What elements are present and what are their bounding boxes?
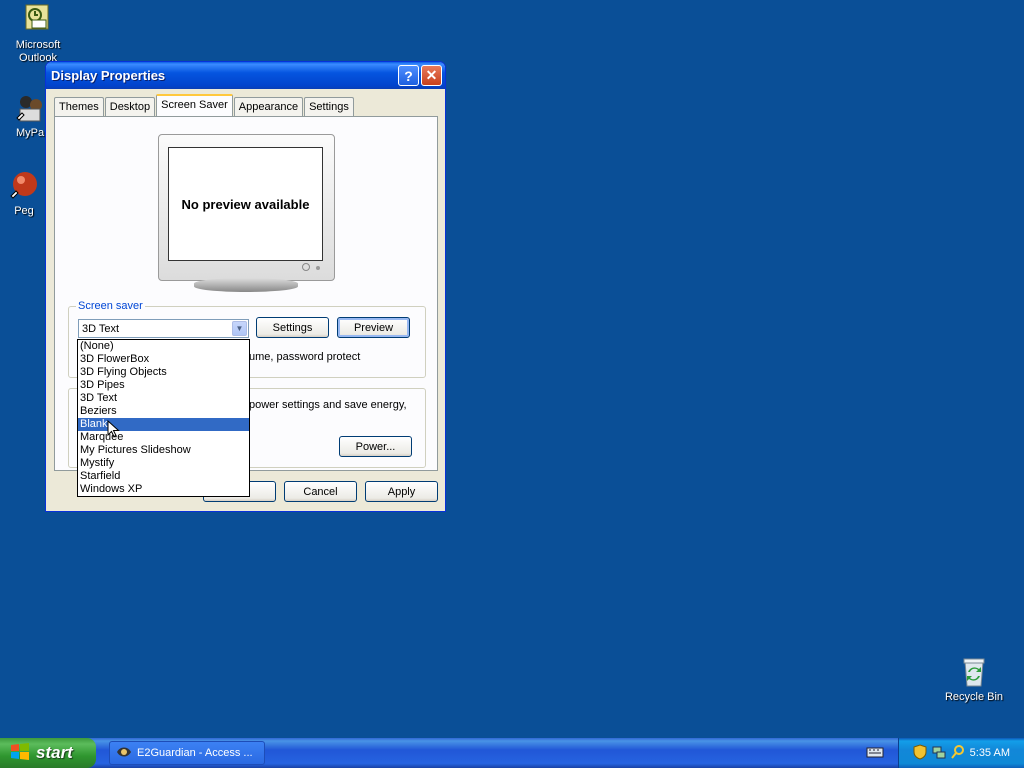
tab-themes[interactable]: Themes bbox=[54, 97, 104, 116]
apply-button[interactable]: Apply bbox=[365, 481, 438, 502]
list-item[interactable]: My Pictures Slideshow bbox=[78, 444, 249, 457]
desktop-icon-pegasus[interactable]: Peg bbox=[0, 170, 48, 218]
list-item[interactable]: Mystify bbox=[78, 457, 249, 470]
tab-appearance[interactable]: Appearance bbox=[233, 97, 304, 116]
desktop-icon-label: Recycle Bin bbox=[944, 691, 1004, 703]
security-shield-icon[interactable] bbox=[913, 743, 927, 763]
windows-flag-icon bbox=[10, 742, 30, 765]
browser-window-icon bbox=[116, 745, 132, 762]
list-item[interactable]: (None) bbox=[78, 340, 249, 353]
desktop-icon-label: Peg bbox=[14, 205, 34, 217]
close-button[interactable]: ✕ bbox=[421, 65, 442, 86]
desktop-icon-recycle-bin[interactable]: Recycle Bin bbox=[936, 656, 1012, 704]
search-icon[interactable] bbox=[950, 744, 965, 763]
list-item[interactable]: Marquee bbox=[78, 431, 249, 444]
tab-screen-saver[interactable]: Screen Saver bbox=[156, 94, 233, 117]
mypals-icon bbox=[14, 92, 46, 124]
resume-password-text: ume, password protect bbox=[249, 351, 361, 363]
settings-button[interactable]: Settings bbox=[256, 317, 329, 338]
knob-icon bbox=[316, 266, 320, 270]
preview-screen: No preview available bbox=[168, 147, 323, 261]
list-item[interactable]: Beziers bbox=[78, 405, 249, 418]
pegasus-icon bbox=[8, 170, 40, 202]
help-icon: ? bbox=[404, 67, 413, 84]
preview-button[interactable]: Preview bbox=[337, 317, 410, 338]
list-item[interactable]: 3D FlowerBox bbox=[78, 353, 249, 366]
screensaver-select-value: 3D Text bbox=[82, 322, 120, 335]
screensaver-dropdown-list[interactable]: (None) 3D FlowerBox 3D Flying Objects 3D… bbox=[77, 339, 250, 497]
power-led-icon bbox=[302, 263, 310, 271]
mouse-cursor-icon bbox=[107, 419, 121, 441]
desktop-icon-outlook[interactable]: Microsoft Outlook bbox=[0, 4, 76, 65]
list-item[interactable]: 3D Flying Objects bbox=[78, 366, 249, 379]
list-item[interactable]: 3D Text bbox=[78, 392, 249, 405]
power-button[interactable]: Power... bbox=[339, 436, 412, 457]
keyboard-icon[interactable] bbox=[866, 745, 884, 762]
tab-settings[interactable]: Settings bbox=[304, 97, 354, 116]
recycle-bin-icon bbox=[958, 656, 990, 688]
clock: 5:35 AM bbox=[969, 747, 1010, 759]
chevron-down-icon[interactable]: ▼ bbox=[232, 321, 247, 336]
screensaver-group-label: Screen saver bbox=[76, 300, 145, 312]
desktop-icon-label: MyPa bbox=[15, 127, 45, 139]
start-button[interactable]: start bbox=[0, 738, 96, 768]
preview-text: No preview available bbox=[181, 196, 310, 212]
outlook-icon bbox=[22, 4, 54, 36]
tab-desktop[interactable]: Desktop bbox=[104, 97, 156, 116]
screensaver-select[interactable]: 3D Text ▼ bbox=[78, 319, 249, 338]
start-label: start bbox=[36, 743, 73, 762]
network-icon[interactable] bbox=[932, 744, 946, 763]
taskbar-item-e2guardian[interactable]: E2Guardian - Access ... bbox=[109, 741, 265, 765]
system-tray: 5:35 AM bbox=[898, 738, 1024, 768]
list-item[interactable]: 3D Pipes bbox=[78, 379, 249, 392]
close-icon: ✕ bbox=[425, 67, 438, 83]
list-item-highlighted[interactable]: Blank bbox=[78, 418, 249, 431]
list-item[interactable]: Starfield bbox=[78, 470, 249, 483]
power-settings-text: power settings and save energy, bbox=[249, 399, 407, 411]
window-title: Display Properties bbox=[51, 68, 166, 83]
tab-strip: Themes Desktop Screen Saver Appearance S… bbox=[54, 94, 355, 117]
taskbar-item-label: E2Guardian - Access ... bbox=[137, 747, 253, 759]
list-item[interactable]: Windows XP bbox=[78, 483, 249, 496]
monitor-stand bbox=[194, 278, 298, 292]
title-bar[interactable]: Display Properties ? ✕ bbox=[46, 62, 445, 89]
monitor-preview: No preview available bbox=[158, 134, 335, 281]
help-button[interactable]: ? bbox=[398, 65, 419, 86]
cancel-button[interactable]: Cancel bbox=[284, 481, 357, 502]
